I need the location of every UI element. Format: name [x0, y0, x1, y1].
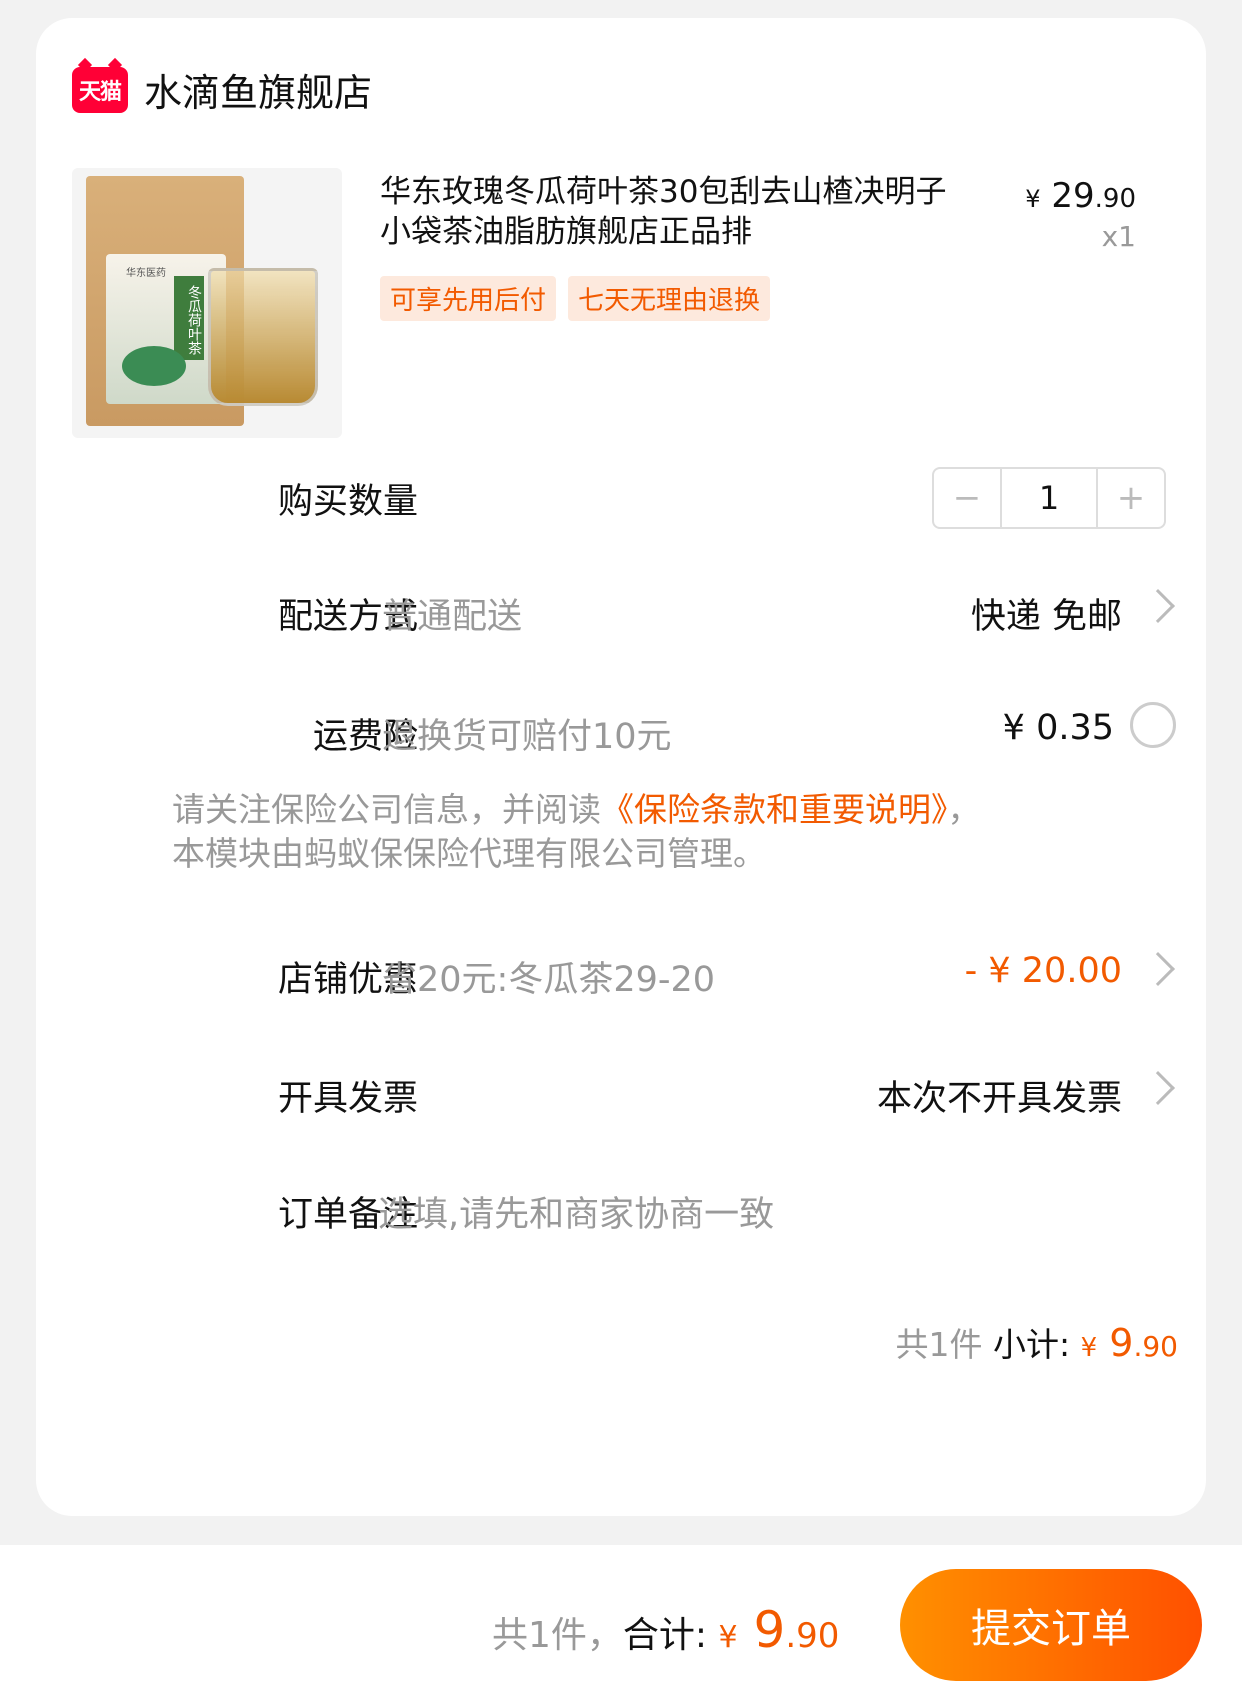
product-quantity: x1: [1101, 220, 1136, 253]
product-image[interactable]: 华东医药 冬瓜荷叶茶: [72, 168, 342, 438]
order-total: 共1件，合计: ¥ 9.90: [492, 1601, 840, 1659]
discount-row[interactable]: 店铺优惠 省20元:冬瓜茶29-20 - ¥ 20.00: [36, 951, 1206, 1011]
product-tags: 可享先用后付 七天无理由退换: [380, 276, 771, 321]
insurance-price: ¥ 0.35: [1002, 708, 1114, 748]
delivery-type: 普通配送: [382, 597, 523, 637]
tea-glass-graphic: [208, 268, 318, 406]
chevron-right-icon[interactable]: [1141, 1071, 1175, 1105]
discount-desc: 省20元:冬瓜茶29-20: [382, 960, 716, 1000]
delivery-row[interactable]: 配送方式 普通配送 快递 免邮: [36, 588, 1206, 648]
quantity-value[interactable]: 1: [1000, 469, 1098, 527]
subtotal: 共1件 小计: ¥ 9.90: [895, 1321, 1178, 1365]
quantity-label: 购买数量: [277, 482, 418, 522]
quantity-row: 购买数量 − 1 +: [36, 467, 1206, 533]
insurance-terms-link[interactable]: 《保险条款和重要说明》: [601, 790, 948, 829]
insurance-radio[interactable]: [1130, 702, 1176, 748]
product-title[interactable]: 华东玫瑰冬瓜荷叶茶30包刮去山楂决明子小袋茶油脂肪旗舰店正品排: [380, 172, 960, 252]
insurance-desc: 退换货可赔付10元: [382, 717, 672, 757]
checkout-bar: 共1件，合计: ¥ 9.90 提交订单: [0, 1545, 1242, 1707]
remark-input[interactable]: 选填,请先和商家协商一致: [378, 1186, 774, 1237]
insurance-notice: 请关注保险公司信息，并阅读《保险条款和重要说明》，本模块由蚂蚁保保险代理有限公司…: [172, 790, 981, 873]
store-header[interactable]: 天猫 水滴鱼旗舰店: [72, 62, 372, 117]
submit-order-button[interactable]: 提交订单: [900, 1569, 1202, 1681]
invoice-row[interactable]: 开具发票 本次不开具发票: [36, 1070, 1206, 1130]
lotus-leaf-graphic: [122, 346, 186, 386]
tea-label: 冬瓜荷叶茶: [174, 276, 204, 360]
quantity-stepper[interactable]: − 1 +: [932, 467, 1166, 529]
discount-value[interactable]: - ¥ 20.00: [965, 951, 1122, 991]
invoice-label: 开具发票: [277, 1079, 418, 1119]
delivery-value[interactable]: 快递 免邮: [971, 588, 1122, 639]
product-price: ¥ 29.90: [1025, 176, 1136, 216]
tag-pay-later: 可享先用后付: [380, 276, 557, 321]
invoice-value[interactable]: 本次不开具发票: [877, 1070, 1122, 1121]
decrease-button[interactable]: −: [934, 469, 1000, 527]
tag-seven-day-return: 七天无理由退换: [568, 276, 771, 321]
order-card: 天猫 水滴鱼旗舰店 华东医药 冬瓜荷叶茶 华东玫瑰冬瓜荷叶茶30包刮去山楂决明子…: [36, 18, 1206, 1516]
insurance-row[interactable]: 运费险 退换货可赔付10元 ¥ 0.35: [36, 702, 1206, 768]
remark-row[interactable]: 订单备注 选填,请先和商家协商一致: [36, 1186, 1206, 1246]
brand-logo: 华东医药: [126, 268, 166, 279]
store-name[interactable]: 水滴鱼旗舰店: [144, 62, 372, 117]
increase-button[interactable]: +: [1098, 469, 1164, 527]
tmall-logo: 天猫: [72, 66, 128, 113]
chevron-right-icon[interactable]: [1141, 952, 1175, 986]
chevron-right-icon[interactable]: [1141, 589, 1175, 623]
